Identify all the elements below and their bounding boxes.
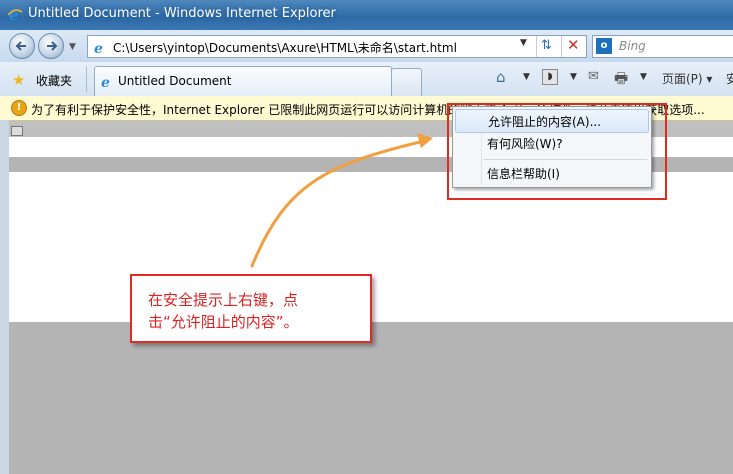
menu-item-label: 允许阻止的内容(A)... — [488, 115, 602, 129]
instruction-callout: 在安全提示上右键，点 击“允许阻止的内容”。 — [130, 274, 372, 343]
menu-item-allow-blocked-content[interactable]: 允许阻止的内容(A)... — [455, 109, 649, 133]
menu-item-what-is-the-risk[interactable]: 有何风险(W)? — [453, 132, 651, 154]
menu-separator — [483, 159, 647, 160]
callout-line-1: 在安全提示上右键，点 — [148, 291, 299, 309]
context-menu: 允许阻止的内容(A)... 有何风险(W)? 信息栏帮助(I) — [452, 106, 652, 188]
annotation-arrow — [250, 133, 433, 268]
menu-item-info-bar-help[interactable]: 信息栏帮助(I) — [453, 162, 651, 184]
menu-item-label: 信息栏帮助(I) — [487, 167, 560, 181]
callout-line-2: 击“允许阻止的内容”。 — [148, 313, 299, 331]
menu-item-label: 有何风险(W)? — [487, 137, 563, 151]
